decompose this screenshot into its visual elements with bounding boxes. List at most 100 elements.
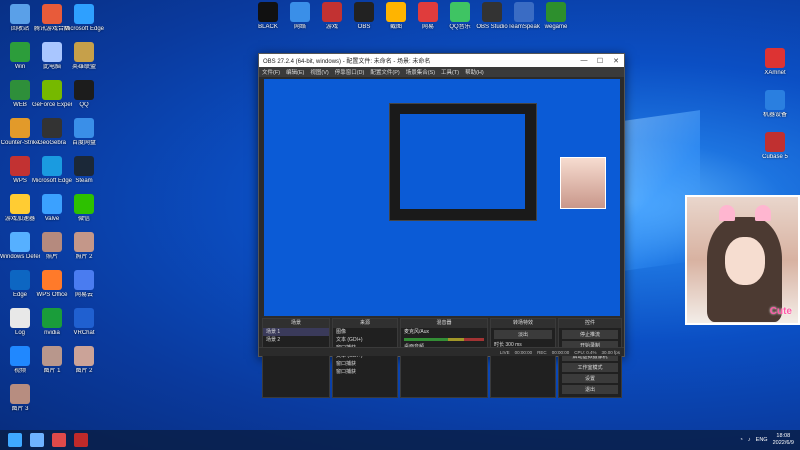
obs-taskbar-icon[interactable]: [74, 433, 88, 447]
desktop-app-glyph-icon: [10, 194, 30, 214]
menu-item[interactable]: 编辑(E): [286, 68, 304, 76]
clock[interactable]: 18:08 2022/6/9: [773, 433, 794, 447]
desktop-app-glyph-icon: [765, 132, 785, 152]
menu-item[interactable]: 工具(T): [441, 68, 459, 76]
desktop-app-glyph-icon: [765, 90, 785, 110]
wifi-icon[interactable]: ◔: [740, 437, 743, 443]
obs-menubar: 文件(F) 编辑(E) 视图(V) 停靠窗口(D) 配置文件(P) 场景集合(S) 工具(T…: [259, 67, 624, 77]
desktop-app-icon[interactable]: 微信: [64, 194, 104, 223]
search-taskbar-icon[interactable]: [30, 433, 44, 447]
volume-meter[interactable]: [404, 338, 484, 341]
desktop-app-icon[interactable]: wegame: [536, 2, 576, 31]
obs-titlebar[interactable]: OBS 27.2.4 (64-bit, windows) - 配置文件: 未命名…: [259, 54, 624, 67]
menu-item[interactable]: 场景集合(S): [406, 68, 435, 76]
cat-ear-right: [755, 205, 771, 221]
webcam-overlay: Cute: [685, 195, 800, 325]
desktop-app-glyph-icon: [10, 270, 30, 290]
control-button[interactable]: 设置: [562, 374, 618, 383]
volume-icon[interactable]: ♪: [748, 437, 751, 443]
desktop-app-glyph-icon: [10, 346, 30, 366]
desktop-app-glyph-icon: [10, 384, 30, 404]
desktop-app-glyph-icon: [765, 48, 785, 68]
desktop-app-label: 百度网盘: [71, 140, 96, 146]
desktop-app-glyph-icon: [42, 156, 62, 176]
menu-item[interactable]: 帮助(H): [465, 68, 484, 76]
maximize-icon[interactable]: ☐: [592, 57, 608, 65]
desktop-app-glyph-icon: [42, 118, 62, 138]
desktop-app-icon[interactable]: 图片 3: [0, 384, 40, 413]
desktop-app-label: 网易云: [74, 292, 93, 298]
minimize-icon[interactable]: —: [576, 57, 592, 64]
desktop-app-icon[interactable]: QQ: [64, 80, 104, 109]
obs-window[interactable]: OBS 27.2.4 (64-bit, windows) - 配置文件: 未命名…: [258, 53, 625, 398]
rec-label: REC: [537, 349, 547, 355]
webcam-overlay-text: Cute: [769, 306, 792, 317]
desktop-app-icon[interactable]: Microsoft Edge: [64, 4, 104, 33]
source-item[interactable]: 窗口捕获: [333, 360, 397, 368]
desktop-app-icon[interactable]: 百度网盘: [64, 118, 104, 147]
desktop-app-label: VRChat: [73, 330, 95, 336]
menu-item[interactable]: 停靠窗口(D): [335, 68, 365, 76]
transitions-title: 转场特效: [491, 319, 555, 328]
start-taskbar-icon[interactable]: [8, 433, 22, 447]
desktop-app-label: 英雄联盟: [71, 64, 96, 70]
desktop-app-label: Cubase 5: [762, 154, 788, 160]
desktop-app-glyph-icon: [42, 346, 62, 366]
obs-statusbar: LIVE 00:00:00 REC 00:00:00 CPU: 0.4% 30.…: [259, 347, 624, 356]
desktop-app-icon[interactable]: 机器设备: [755, 90, 795, 119]
desktop-app-glyph-icon: [74, 270, 94, 290]
desktop-app-glyph-icon: [74, 308, 94, 328]
menu-item[interactable]: 视图(V): [310, 68, 328, 76]
desktop-app-glyph-icon: [514, 2, 534, 22]
desktop-app-glyph-icon: [42, 80, 62, 100]
desktop-app-glyph-icon: [10, 308, 30, 328]
transition-type[interactable]: 淡出: [494, 330, 552, 339]
source-item[interactable]: 窗口捕获: [333, 368, 397, 376]
scene-item[interactable]: 场景 1: [263, 328, 329, 336]
desktop-app-label: 照片 2: [75, 254, 93, 260]
desktop-app-glyph-icon: [290, 2, 310, 22]
desktop-app-glyph-icon: [42, 308, 62, 328]
scene-item[interactable]: 场景 2: [263, 336, 329, 344]
language-indicator[interactable]: ENG: [756, 437, 768, 443]
transitions-dock: 转场特效 淡出 时长 300 ms: [490, 318, 556, 398]
desktop-app-glyph-icon: [74, 42, 94, 62]
desktop-app-icon[interactable]: VRChat: [64, 308, 104, 337]
desktop-app-glyph-icon: [42, 270, 62, 290]
desktop-app-glyph-icon: [74, 346, 94, 366]
desktop-app-icon[interactable]: Steam: [64, 156, 104, 185]
controls-dock: 控件 停止推流 开始录制 启动虚拟摄像机 工作室模式 设置 退出: [558, 318, 622, 398]
desktop-app-glyph-icon: [74, 118, 94, 138]
desktop-app-glyph-icon: [42, 194, 62, 214]
close-icon[interactable]: ✕: [608, 57, 624, 65]
source-item[interactable]: 图像: [333, 328, 397, 336]
control-button[interactable]: 停止推流: [562, 330, 618, 339]
menu-item[interactable]: 文件(F): [262, 68, 280, 76]
desktop-app-icon[interactable]: Cubase 5: [755, 132, 795, 161]
desktop-app-glyph-icon: [10, 232, 30, 252]
obs-preview[interactable]: [264, 79, 620, 316]
desktop-app-glyph-icon: [546, 2, 566, 22]
desktop-app-glyph-icon: [10, 4, 30, 24]
cat-ear-left: [719, 205, 735, 221]
source-item[interactable]: 文本 (GDI+): [333, 336, 397, 344]
desktop-app-icon[interactable]: 图片 2: [64, 346, 104, 375]
menu-item[interactable]: 配置文件(P): [370, 68, 399, 76]
clock-date: 2022/6/9: [772, 440, 794, 446]
clock-time: 18:08: [776, 433, 791, 439]
desktop-app-icon[interactable]: 网易云: [64, 270, 104, 299]
nested-obs-preview: [389, 103, 537, 221]
desktop-app-icon[interactable]: 英雄联盟: [64, 42, 104, 71]
desktop-app-glyph-icon: [386, 2, 406, 22]
desktop-app-icon[interactable]: XAmnet: [755, 48, 795, 77]
desktop-app-label: 图片 2: [75, 368, 93, 374]
control-button[interactable]: 退出: [562, 385, 618, 394]
desktop-app-label: Steam: [75, 178, 93, 184]
desktop-app-icon[interactable]: 照片 2: [64, 232, 104, 261]
app-x-taskbar-icon[interactable]: [52, 433, 66, 447]
desktop-app-glyph-icon: [10, 42, 30, 62]
control-button[interactable]: 工作室模式: [562, 363, 618, 372]
desktop-app-label: QQ: [79, 102, 89, 108]
desktop-app-glyph-icon: [74, 156, 94, 176]
desktop-app-glyph-icon: [450, 2, 470, 22]
